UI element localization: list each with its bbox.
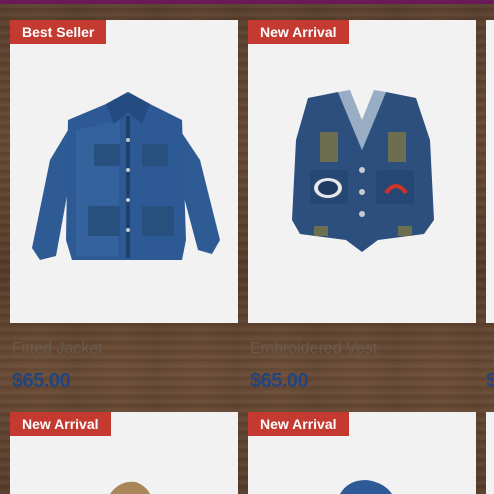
product-image-box[interactable] — [10, 20, 238, 323]
product-badge: New Arrival — [10, 412, 111, 436]
product-badge: New Arrival — [248, 412, 349, 436]
product-card-partial[interactable]: $ — [486, 20, 494, 400]
product-name[interactable]: Fitted Jacket — [12, 340, 103, 358]
product-card-partial-row2[interactable] — [486, 412, 494, 494]
product-name[interactable]: Embroidered Vest — [250, 340, 377, 358]
product-image-box[interactable] — [486, 20, 494, 323]
product-price: $65.00 — [12, 370, 71, 392]
product-image-box[interactable] — [248, 20, 476, 323]
product-card-row2-1[interactable]: New Arrival — [10, 412, 238, 494]
product-card-fitted-jacket[interactable]: Best Seller Fitted Jacket $65.00 — [10, 20, 238, 400]
denim-jacket-image — [32, 92, 220, 260]
product-price: $65.00 — [250, 370, 309, 392]
product-image-box[interactable] — [486, 412, 494, 494]
denim-vest-image — [292, 90, 434, 252]
product-card-embroidered-vest[interactable]: New Arrival Embroidered Vest $65.00 — [248, 20, 476, 400]
product-card-row2-2[interactable]: New Arrival — [248, 412, 476, 494]
top-accent-bar — [0, 0, 494, 4]
product-badge: New Arrival — [248, 20, 349, 44]
product-badge: Best Seller — [10, 20, 107, 44]
product-price: $ — [486, 370, 494, 392]
